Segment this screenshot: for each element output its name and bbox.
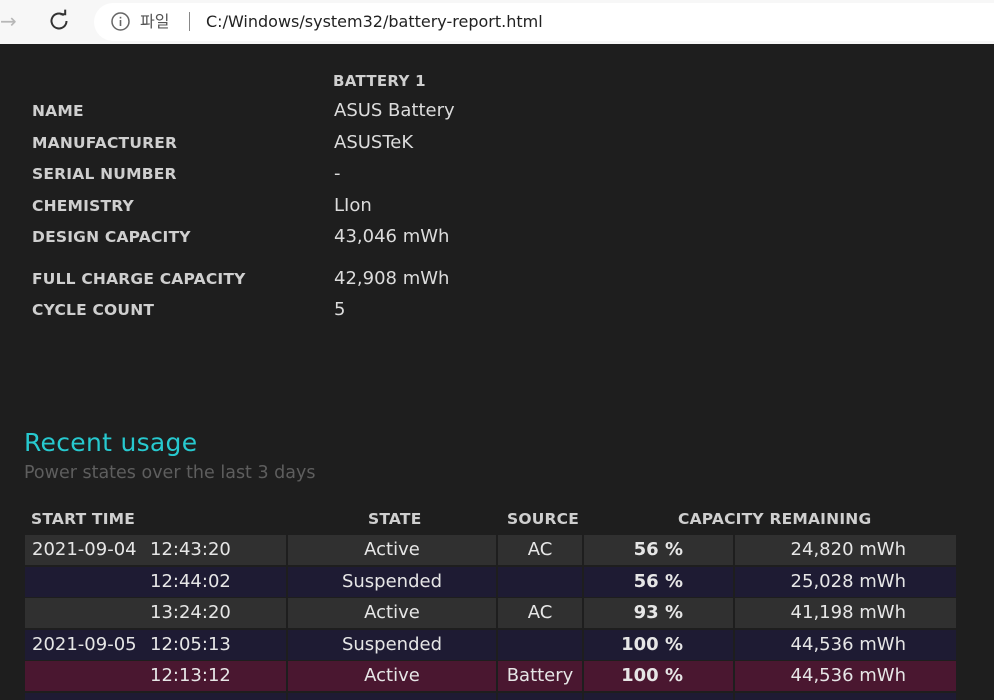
info-label-serial: SERIAL NUMBER bbox=[32, 165, 177, 183]
source-cell: AC bbox=[498, 598, 582, 628]
percent-cell: 100 % bbox=[584, 661, 733, 691]
address-divider bbox=[189, 12, 190, 31]
state-cell: Suspended bbox=[288, 567, 496, 597]
header-state: STATE bbox=[368, 510, 422, 528]
info-value-chemistry: LIon bbox=[334, 195, 372, 216]
table-row: 13:24:20 Active AC 93 % 41,198 mWh bbox=[25, 598, 956, 628]
info-value-serial: - bbox=[334, 163, 341, 184]
time-text: 12:13:12 bbox=[150, 665, 231, 686]
state-cell: Active bbox=[288, 598, 496, 628]
info-label-full-charge-capacity: FULL CHARGE CAPACITY bbox=[32, 270, 246, 288]
date-text: 2021-09-04 bbox=[32, 539, 137, 560]
info-value-manufacturer: ASUSTeK bbox=[334, 132, 414, 153]
mwh-cell: 44,536 mWh bbox=[735, 630, 956, 660]
percent-cell bbox=[584, 693, 733, 700]
table-row: 2021-09-04 12:43:20 Active AC 56 % 24,82… bbox=[25, 535, 956, 565]
url-text[interactable]: C:/Windows/system32/battery-report.html bbox=[206, 11, 543, 32]
source-cell: AC bbox=[498, 535, 582, 565]
info-value-design-capacity: 43,046 mWh bbox=[334, 226, 450, 247]
start-time-cell: 2021-09-05 12:05:13 bbox=[25, 630, 286, 660]
time-text: 13:24:20 bbox=[150, 602, 231, 623]
section-subtitle: Power states over the last 3 days bbox=[24, 463, 316, 483]
mwh-cell: 44,536 mWh bbox=[735, 661, 956, 691]
mwh-cell: 24,820 mWh bbox=[735, 535, 956, 565]
percent-cell: 56 % bbox=[584, 567, 733, 597]
start-time-cell bbox=[25, 693, 286, 700]
table-row: 12:44:02 Suspended 56 % 25,028 mWh bbox=[25, 567, 956, 597]
start-time-cell: 13:24:20 bbox=[25, 598, 286, 628]
state-cell: Active bbox=[288, 661, 496, 691]
table-row: 12:13:12 Active Battery 100 % 44,536 mWh bbox=[25, 661, 956, 691]
table-row bbox=[25, 693, 956, 700]
time-text: 12:44:02 bbox=[150, 571, 231, 592]
percent-cell: 56 % bbox=[584, 535, 733, 565]
state-cell: Active bbox=[288, 535, 496, 565]
table-row: 2021-09-05 12:05:13 Suspended 100 % 44,5… bbox=[25, 630, 956, 660]
browser-toolbar: → 파일 C:/Windows/system32/battery-report.… bbox=[0, 0, 994, 44]
source-cell bbox=[498, 630, 582, 660]
state-cell bbox=[288, 693, 496, 700]
source-cell: Battery bbox=[498, 661, 582, 691]
info-label-name: NAME bbox=[32, 102, 84, 120]
time-text: 12:05:13 bbox=[150, 634, 231, 655]
header-source: SOURCE bbox=[507, 510, 580, 528]
percent-cell: 93 % bbox=[584, 598, 733, 628]
section-title: Recent usage bbox=[24, 428, 198, 457]
info-label-design-capacity: DESIGN CAPACITY bbox=[32, 228, 191, 246]
source-cell bbox=[498, 567, 582, 597]
info-value-full-charge-capacity: 42,908 mWh bbox=[334, 268, 450, 289]
info-label-chemistry: CHEMISTRY bbox=[32, 197, 134, 215]
reload-icon[interactable] bbox=[46, 8, 72, 34]
scheme-label: 파일 bbox=[140, 12, 170, 31]
mwh-cell: 41,198 mWh bbox=[735, 598, 956, 628]
date-text: 2021-09-05 bbox=[32, 634, 137, 655]
info-value-name: ASUS Battery bbox=[334, 100, 455, 121]
source-cell bbox=[498, 693, 582, 700]
mwh-cell: 25,028 mWh bbox=[735, 567, 956, 597]
time-text: 12:43:20 bbox=[150, 539, 231, 560]
forward-arrow-icon[interactable]: → bbox=[0, 10, 17, 32]
info-icon[interactable] bbox=[110, 11, 131, 32]
percent-cell: 100 % bbox=[584, 630, 733, 660]
battery-column-header: BATTERY 1 bbox=[333, 72, 426, 90]
state-cell: Suspended bbox=[288, 630, 496, 660]
address-bar[interactable]: 파일 C:/Windows/system32/battery-report.ht… bbox=[94, 3, 994, 41]
info-value-cycle-count: 5 bbox=[334, 299, 346, 320]
info-label-cycle-count: CYCLE COUNT bbox=[32, 301, 155, 319]
header-start-time: START TIME bbox=[31, 510, 136, 528]
start-time-cell: 12:44:02 bbox=[25, 567, 286, 597]
info-label-manufacturer: MANUFACTURER bbox=[32, 134, 178, 152]
mwh-cell bbox=[735, 693, 956, 700]
header-capacity-remaining: CAPACITY REMAINING bbox=[678, 510, 872, 528]
start-time-cell: 12:13:12 bbox=[25, 661, 286, 691]
start-time-cell: 2021-09-04 12:43:20 bbox=[25, 535, 286, 565]
